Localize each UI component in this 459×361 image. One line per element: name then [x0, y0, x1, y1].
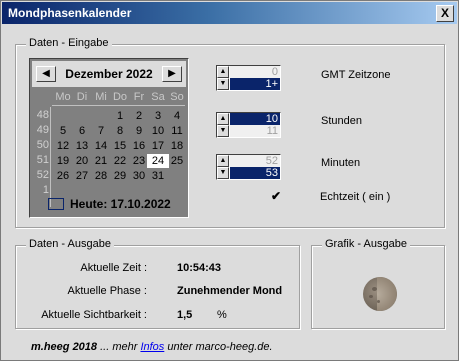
output-group-title: Daten - Ausgabe [26, 238, 114, 250]
info-link[interactable]: Infos [140, 341, 164, 353]
week-number: 48 [36, 109, 49, 121]
weekday-divider [52, 105, 185, 106]
minutes-prev-value: 52 [230, 155, 280, 167]
footer-text-before: ... mehr [97, 341, 141, 353]
minutes-value[interactable]: 53 [230, 167, 280, 179]
hours-next-value: 11 [230, 125, 280, 137]
hours-up-arrow-icon[interactable]: ▲ [217, 113, 229, 125]
gmt-up-value: 0 [230, 66, 280, 78]
realtime-label: Echtzeit ( ein ) [320, 191, 391, 203]
week-number-divider [50, 107, 51, 207]
week-number: 50 [36, 139, 49, 151]
calendar-day[interactable]: 31 [147, 169, 169, 183]
footer-author: m.heeg 2018 [31, 341, 98, 353]
moon-phase-icon [363, 277, 397, 311]
current-phase-value: Zunehmender Mond [177, 285, 283, 297]
hours-spinner[interactable]: ▲ 10 ▼ 11 [216, 112, 281, 138]
gmt-label: GMT Zeitzone [321, 69, 391, 81]
next-month-button[interactable]: ▶ [162, 66, 182, 82]
app-window: Mondphasenkalender X Daten - Eingabe ◀ D… [0, 0, 459, 361]
calendar-day[interactable]: 4 [166, 109, 188, 123]
realtime-checkbox[interactable]: ✔ [271, 190, 282, 202]
gmt-value[interactable]: 1+ [230, 78, 280, 90]
current-visibility-label: Aktuelle Sichtbarkeit : [41, 309, 147, 321]
minutes-up-arrow-icon[interactable]: ▲ [217, 155, 229, 167]
close-button[interactable]: X [436, 5, 454, 22]
today-link[interactable]: Heute: 17.10.2022 [48, 197, 188, 213]
week-number: 51 [36, 154, 49, 166]
visibility-unit: % [217, 309, 227, 321]
current-time-label: Aktuelle Zeit : [80, 262, 147, 274]
footer-text-after: unter marco-heeg.de. [164, 341, 273, 353]
title-bar: Mondphasenkalender X [2, 2, 457, 24]
current-phase-label: Aktuelle Phase : [67, 285, 148, 297]
current-visibility-value: 1,5 [177, 309, 193, 321]
week-number: 1 [42, 184, 49, 196]
calendar-day[interactable]: 18 [166, 139, 188, 153]
gmt-up-arrow-icon[interactable]: ▲ [217, 66, 229, 78]
graphic-group-title: Grafik - Ausgabe [322, 238, 410, 250]
weekday-header: So [170, 91, 184, 103]
calendar-day[interactable]: 25 [166, 154, 188, 168]
week-number: 52 [36, 169, 49, 181]
prev-month-button[interactable]: ◀ [36, 66, 56, 82]
input-group-title: Daten - Eingabe [26, 37, 112, 49]
month-calendar[interactable]: ◀ Dezember 2022 ▶ Mo Di Mi Do Fr Sa So 48 1 2 3 4 49… [29, 58, 189, 218]
minutes-down-arrow-icon[interactable]: ▼ [217, 167, 229, 179]
today-label: Heute: 17.10.2022 [70, 197, 171, 211]
gmt-spinner[interactable]: ▲ 0 ▼ 1+ [216, 65, 281, 91]
calendar-month-label: Dezember 2022 [65, 67, 153, 81]
hours-value[interactable]: 10 [230, 113, 280, 125]
current-time-value: 10:54:43 [177, 262, 222, 274]
minutes-spinner[interactable]: ▲ 52 ▼ 53 [216, 154, 281, 180]
minutes-label: Minuten [321, 157, 361, 169]
gmt-down-arrow-icon[interactable]: ▼ [217, 78, 229, 90]
window-title: Mondphasenkalender [8, 6, 132, 20]
calendar-day[interactable]: 11 [166, 124, 188, 138]
hours-label: Stunden [321, 115, 362, 127]
today-marker-icon [48, 198, 64, 210]
hours-down-arrow-icon[interactable]: ▼ [217, 125, 229, 137]
calendar-header: ◀ Dezember 2022 ▶ [32, 61, 186, 87]
week-number: 49 [36, 124, 49, 136]
footer: m.heeg 2018 ... mehr Infos unter marco-h… [31, 341, 273, 353]
